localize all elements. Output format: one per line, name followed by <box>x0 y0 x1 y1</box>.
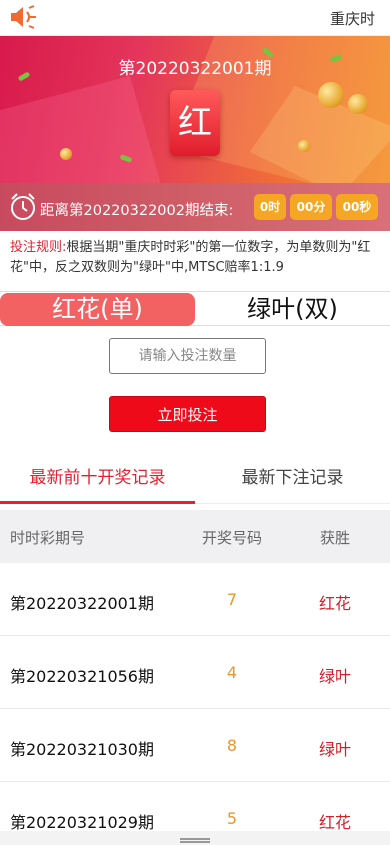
row-number: 4 <box>226 663 238 682</box>
table-row: 第20220321030期 8 绿叶 <box>0 709 390 782</box>
table-row: 第20220322001期 7 红花 <box>0 563 390 636</box>
countdown-minutes: 00分 <box>290 194 332 220</box>
row-winner: 红花 <box>318 594 351 613</box>
bet-quantity-input[interactable] <box>109 338 266 374</box>
bet-option-toggle: 红花(单) 绿叶(双) <box>0 291 390 326</box>
grip-icon <box>180 838 210 840</box>
table-header: 时时彩期号 开奖号码 获胜 <box>0 510 390 563</box>
row-winner: 绿叶 <box>318 740 351 759</box>
countdown-hours: 0时 <box>254 194 286 220</box>
option-red-flower[interactable]: 红花(单) <box>0 293 195 326</box>
row-number: 8 <box>226 736 238 755</box>
tab-latest-draws[interactable]: 最新前十开奖记录 <box>0 452 195 504</box>
tab-latest-bets[interactable]: 最新下注记录 <box>195 452 390 504</box>
countdown-bar: 距离第20220322002期结束: 0时 00分 00秒 <box>0 183 390 231</box>
row-period: 第20220322001期 <box>10 594 154 613</box>
gold-coin-decoration <box>318 82 344 108</box>
bottom-drag-handle[interactable] <box>0 831 390 845</box>
option-green-leaf[interactable]: 绿叶(双) <box>195 293 390 326</box>
result-badge: 红 <box>170 90 220 156</box>
header-winner: 获胜 <box>319 529 350 547</box>
rules-label: 投注规则: <box>10 240 67 255</box>
countdown-seconds: 00秒 <box>336 194 378 220</box>
row-period: 第20220321029期 <box>10 813 154 832</box>
record-tabs: 最新前十开奖记录 最新下注记录 <box>0 452 390 504</box>
lottery-banner: 第20220322001期 红 <box>0 36 390 183</box>
place-bet-button[interactable]: 立即投注 <box>109 396 266 432</box>
row-period: 第20220321056期 <box>10 667 154 686</box>
table-row: 第20220321056期 4 绿叶 <box>0 636 390 709</box>
banner-decoration <box>0 76 170 183</box>
row-period: 第20220321030期 <box>10 740 154 759</box>
row-number: 7 <box>226 590 238 609</box>
gold-coin-decoration <box>60 148 72 160</box>
betting-rules: 投注规则:根据当期"重庆时时彩"的第一位数字，为单数则为"红花"中，反之双数则为… <box>10 238 382 278</box>
speaker-icon[interactable] <box>9 5 37 29</box>
row-winner: 红花 <box>318 813 351 832</box>
gold-coin-decoration <box>348 94 368 114</box>
row-winner: 绿叶 <box>318 667 351 686</box>
row-number: 5 <box>226 809 238 828</box>
header-period: 时时彩期号 <box>10 529 86 547</box>
period-title: 第20220322001期 <box>118 59 272 79</box>
announcement-marquee: 重庆时 <box>330 10 376 28</box>
alarm-clock-icon <box>11 193 35 220</box>
top-bar: 重庆时 <box>0 0 390 36</box>
countdown-label: 距离第20220322002期结束: <box>40 203 234 219</box>
gold-coin-decoration <box>298 140 310 152</box>
header-number: 开奖号码 <box>201 529 262 547</box>
